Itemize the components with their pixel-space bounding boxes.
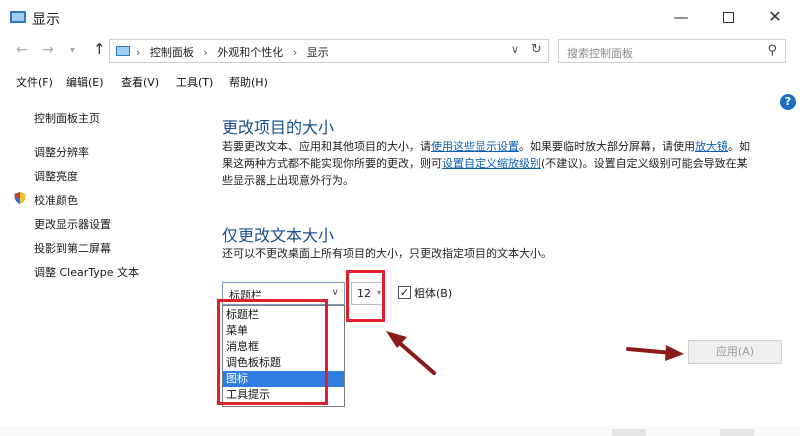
breadcrumb-appearance[interactable]: 外观和个性化 xyxy=(217,46,283,59)
display-window: 显示 — ✕ ← → ▾ ↑ › 控制面板 › 外观和个性化 › 显示 ∨ ↻ … xyxy=(0,0,800,436)
bottom-edge-block xyxy=(612,429,646,436)
item-size-description: 若要更改文本、应用和其他项目的大小，请使用这些显示设置。如果要临时放大部分屏幕，… xyxy=(222,138,782,189)
menu-edit[interactable]: 编辑(E) xyxy=(66,74,104,90)
forward-button[interactable]: → xyxy=(42,42,54,58)
magnifier-link[interactable]: 放大镜 xyxy=(695,140,728,153)
menu-help[interactable]: 帮助(H) xyxy=(229,74,268,90)
menu-tools[interactable]: 工具(T) xyxy=(176,74,213,90)
bottom-edge xyxy=(0,426,800,436)
address-dropdown-icon[interactable]: ∨ xyxy=(511,43,519,56)
description-line-2: 果这两种方式都不能实现你所要的更改，则可设置自定义缩放级别(不建议)。设置自定义… xyxy=(222,155,782,172)
breadcrumb: › 控制面板 › 外观和个性化 › 显示 xyxy=(136,44,335,60)
sidebar-item-cleartype[interactable]: 调整 ClearType 文本 xyxy=(34,264,139,280)
description-line-3: 些显示器上出现意外行为。 xyxy=(222,174,354,187)
recent-locations-button[interactable]: ▾ xyxy=(70,45,75,56)
annotation-highlight-size xyxy=(346,270,385,322)
maximize-icon xyxy=(722,12,734,23)
text: 果这两种方式都不能实现你所要的更改，则可 xyxy=(222,157,442,170)
text: 。如果要临时放大部分屏幕，请使用 xyxy=(519,140,695,153)
sidebar-item-resolution[interactable]: 调整分辨率 xyxy=(34,144,89,160)
annotation-highlight-dropdown xyxy=(217,299,328,405)
control-panel-icon xyxy=(116,46,130,56)
bottom-edge-block xyxy=(720,429,754,436)
chevron-down-icon: ∨ xyxy=(331,287,339,298)
shield-icon xyxy=(14,192,26,204)
title-bar: 显示 — ✕ xyxy=(0,0,800,36)
breadcrumb-display[interactable]: 显示 xyxy=(307,46,329,59)
bold-label: 粗体(B) xyxy=(414,287,453,300)
annotation-arrow-size xyxy=(386,331,436,375)
apply-button[interactable]: 应用(A) xyxy=(688,340,782,364)
search-input[interactable]: 搜索控制面板 ⚲ xyxy=(558,39,786,63)
breadcrumb-control-panel[interactable]: 控制面板 xyxy=(150,46,194,59)
text: 若要更改文本、应用和其他项目的大小，请 xyxy=(222,140,431,153)
bold-checkbox[interactable]: ✓ xyxy=(398,286,411,299)
menu-view[interactable]: 查看(V) xyxy=(121,74,159,90)
address-row: ← → ▾ ↑ › 控制面板 › 外观和个性化 › 显示 ∨ ↻ 搜索控制面板 … xyxy=(0,36,800,68)
window-title: 显示 xyxy=(32,12,60,28)
close-button[interactable]: ✕ xyxy=(752,2,798,32)
display-settings-link[interactable]: 使用这些显示设置 xyxy=(431,140,519,153)
heading-change-item-size: 更改项目的大小 xyxy=(222,118,335,137)
annotation-arrow-apply xyxy=(626,345,684,361)
custom-scaling-link[interactable]: 设置自定义缩放级别 xyxy=(442,157,541,170)
menu-file[interactable]: 文件(F) xyxy=(16,74,53,90)
text-size-description: 还可以不更改桌面上所有项目的大小，只更改指定项目的文本大小。 xyxy=(222,247,552,260)
maximize-button[interactable] xyxy=(705,2,751,32)
breadcrumb-separator: › xyxy=(203,46,208,59)
breadcrumb-separator: › xyxy=(292,46,298,59)
address-bar[interactable]: › 控制面板 › 外观和个性化 › 显示 ∨ ↻ xyxy=(109,39,549,63)
description-line-1: 若要更改文本、应用和其他项目的大小，请使用这些显示设置。如果要临时放大部分屏幕，… xyxy=(222,138,782,155)
heading-change-text-size: 仅更改文本大小 xyxy=(222,226,335,245)
sidebar-item-brightness[interactable]: 调整亮度 xyxy=(34,168,78,184)
text: (不建议)。设置自定义级别可能会导致在某 xyxy=(541,157,748,170)
sidebar-item-calibrate-color[interactable]: 校准颜色 xyxy=(34,192,78,208)
sidebar-item-display-settings[interactable]: 更改显示器设置 xyxy=(34,216,111,232)
search-placeholder: 搜索控制面板 xyxy=(567,47,633,60)
menu-bar: 文件(F) 编辑(E) 查看(V) 工具(T) 帮助(H) xyxy=(0,70,800,92)
help-icon[interactable]: ? xyxy=(780,94,796,110)
minimize-button[interactable]: — xyxy=(658,2,704,32)
breadcrumb-separator: › xyxy=(136,46,141,59)
back-button[interactable]: ← xyxy=(16,42,28,58)
sidebar-item-home[interactable]: 控制面板主页 xyxy=(34,110,100,126)
search-icon: ⚲ xyxy=(767,43,777,58)
text: 。如 xyxy=(728,140,750,153)
refresh-icon[interactable]: ↻ xyxy=(531,42,542,57)
up-button[interactable]: ↑ xyxy=(93,40,106,58)
sidebar-item-project[interactable]: 投影到第二屏幕 xyxy=(34,240,111,256)
display-app-icon xyxy=(10,11,26,23)
